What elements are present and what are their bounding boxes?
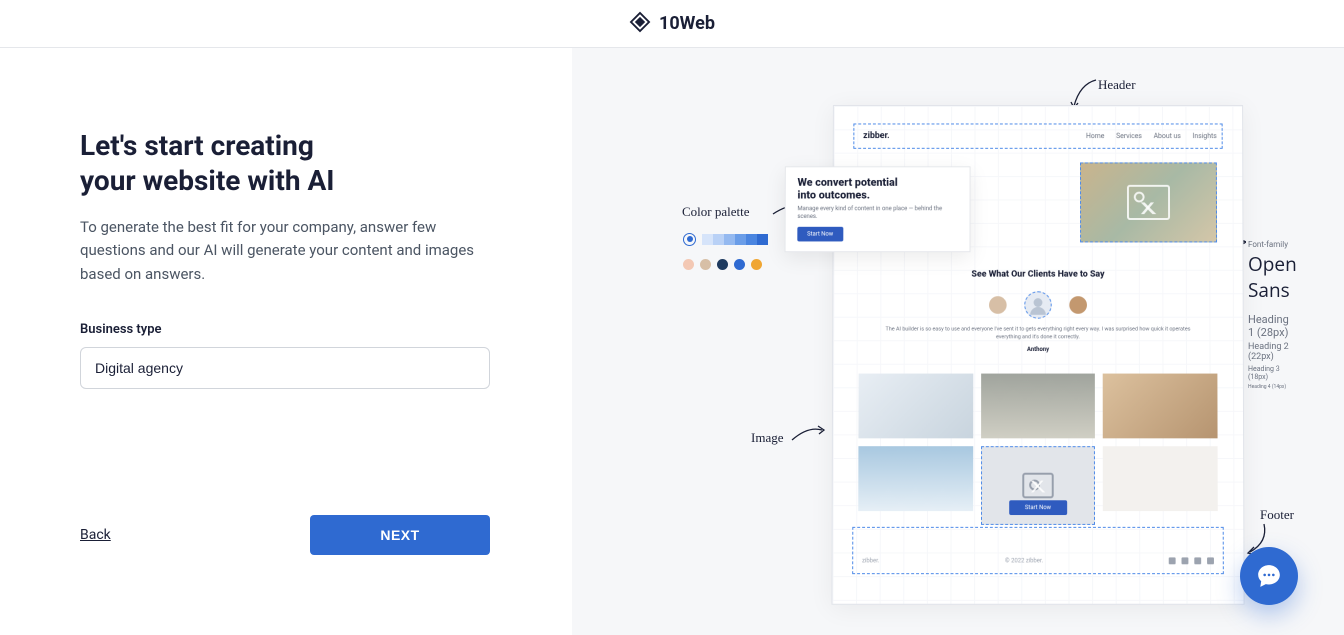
image-placeholder-icon	[1127, 184, 1170, 219]
palette-dot	[734, 259, 745, 270]
annotation-header: Header	[1098, 77, 1136, 93]
preview-panel: Header Color palette Image Footer	[572, 48, 1344, 635]
gallery-tile	[1103, 446, 1218, 511]
font-family-label: Font-family	[1248, 240, 1297, 249]
testimonial-avatars	[833, 291, 1242, 318]
font-sample: Heading 4 (14px)	[1248, 384, 1297, 390]
palette-swatch	[757, 234, 768, 245]
gallery-tile	[858, 446, 973, 511]
footer-outline	[852, 526, 1224, 573]
brand-logo: 10Web	[629, 11, 715, 37]
palette-dot	[717, 259, 728, 270]
color-palette	[683, 230, 768, 270]
annotation-image: Image	[751, 430, 783, 446]
arrow-icon	[790, 422, 826, 446]
brand-name: 10Web	[659, 13, 715, 34]
gallery-tile	[1103, 373, 1218, 438]
site-nav: Home Services About us Insights	[1086, 132, 1217, 140]
testimonials-heading: See What Our Clients Have to Say	[833, 269, 1242, 279]
business-type-label: Business type	[80, 322, 492, 337]
back-link[interactable]: Back	[80, 527, 111, 543]
next-button[interactable]: NEXT	[310, 515, 490, 555]
hero-card: We convert potential into outcomes. Mana…	[785, 166, 971, 252]
avatar	[989, 296, 1007, 314]
page-subheading: To generate the best fit for your compan…	[80, 216, 492, 286]
avatar-placeholder	[1024, 291, 1051, 318]
business-type-input[interactable]	[80, 347, 490, 389]
chat-icon	[1256, 563, 1282, 589]
footer-copyright: © 2022 zibber.	[1005, 557, 1043, 564]
app-header: 10Web	[0, 0, 1344, 48]
palette-dot	[700, 259, 711, 270]
font-sample: Heading 3 (18px)	[1248, 365, 1297, 381]
typography-panel: Font-family Open Sans Heading 1 (28px) He…	[1248, 240, 1297, 393]
font-sample: Heading 1 (28px)	[1248, 313, 1297, 339]
testimonial-author: Anthony	[833, 346, 1243, 353]
chat-launcher[interactable]	[1240, 547, 1298, 605]
gallery-tile	[981, 373, 1095, 438]
cta-button: Start Now	[1009, 500, 1067, 515]
footer-brand: zibber.	[862, 557, 879, 564]
nav-item: Insights	[1193, 132, 1217, 140]
font-sample: Heading 2 (22px)	[1248, 342, 1297, 362]
annotation-footer: Footer	[1260, 507, 1294, 523]
brand-logo-icon	[629, 11, 651, 37]
image-placeholder-icon	[1022, 472, 1053, 498]
avatar	[1069, 296, 1087, 314]
site-brand: zibber.	[863, 131, 890, 141]
form-panel: Let's start creating your website with A…	[0, 48, 572, 635]
annotation-color-palette: Color palette	[682, 204, 750, 220]
palette-swatch	[702, 234, 713, 245]
testimonial-text: The AI builder is so easy to use and eve…	[882, 326, 1194, 341]
site-preview-frame: zibber. HomeServicesAbout usInsights We …	[831, 104, 1244, 604]
page-heading: Let's start creating your website with A…	[80, 128, 492, 198]
hero-start-button: Start Now	[797, 226, 843, 241]
palette-swatch	[713, 234, 724, 245]
nav-item: Home	[1086, 132, 1104, 140]
palette-dot	[751, 259, 762, 270]
gallery-tile	[858, 373, 973, 438]
palette-swatch	[724, 234, 735, 245]
palette-selected-icon	[683, 233, 696, 246]
font-family-name: Open Sans	[1248, 251, 1297, 303]
social-icons	[1169, 557, 1214, 564]
nav-item: About us	[1154, 132, 1181, 140]
hero-image-placeholder	[1080, 162, 1217, 242]
palette-swatch	[746, 234, 757, 245]
palette-swatch	[735, 234, 746, 245]
palette-dot	[683, 259, 694, 270]
nav-item: Services	[1116, 132, 1142, 140]
